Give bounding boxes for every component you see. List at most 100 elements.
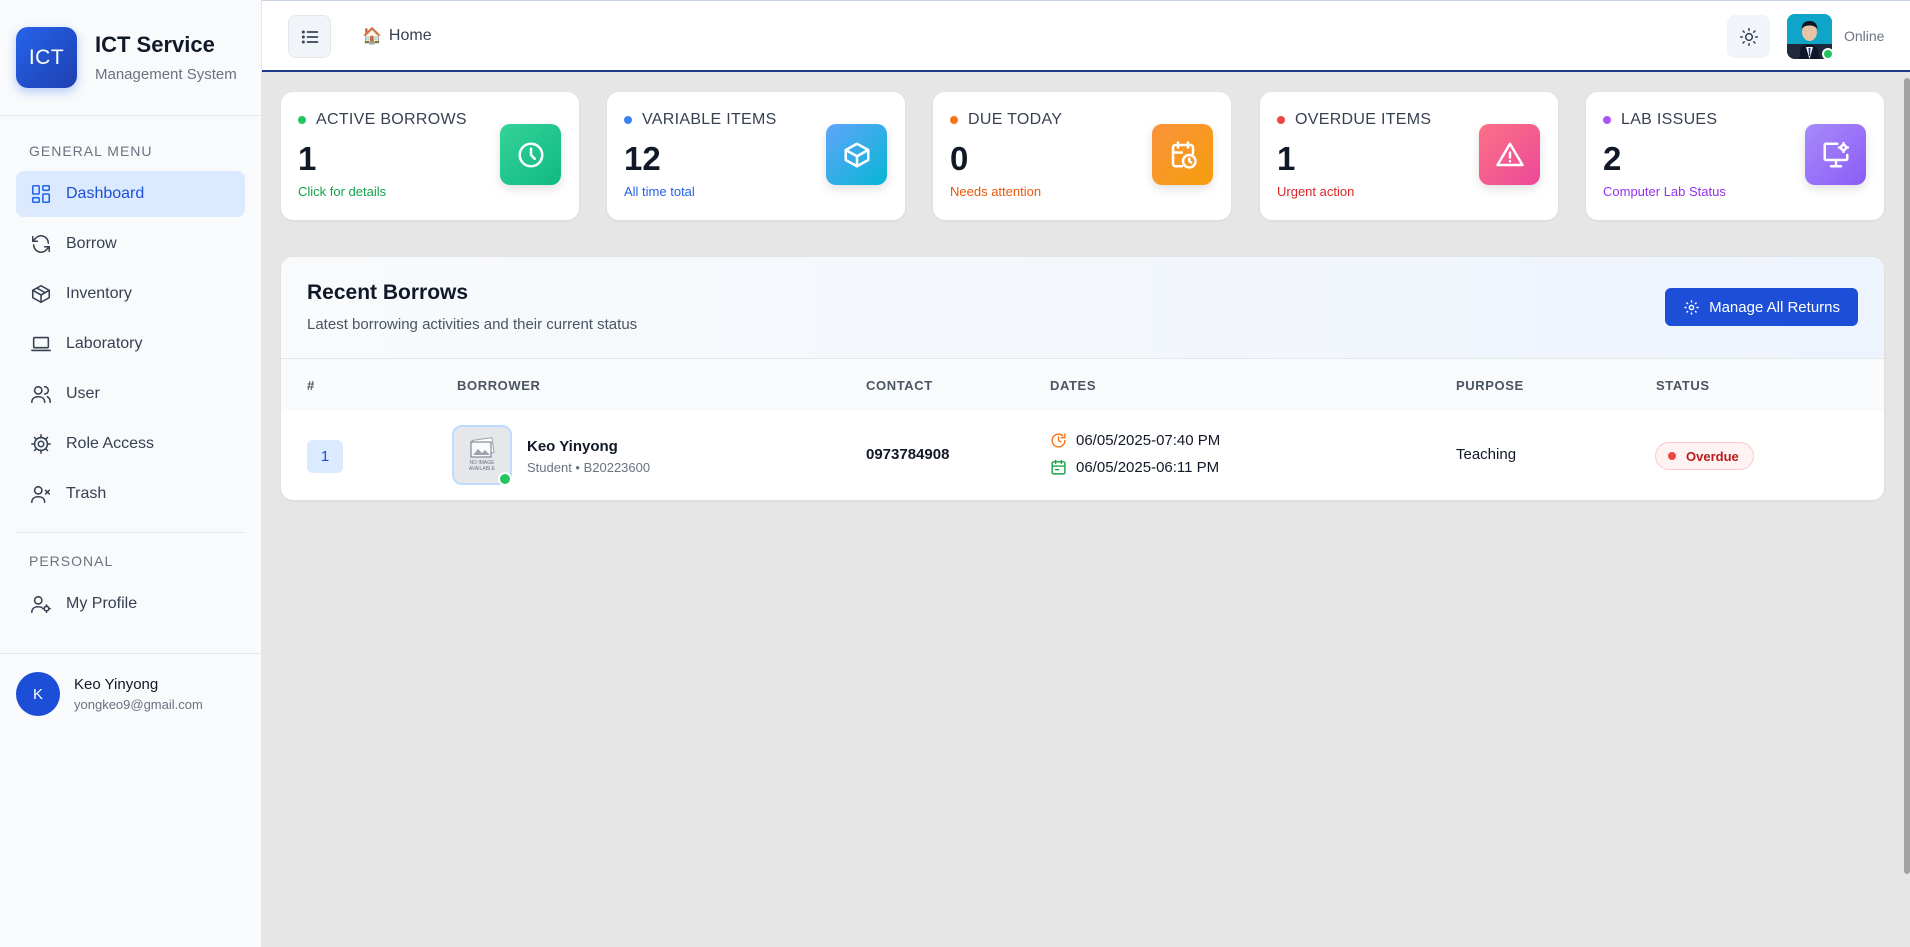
sidebar-item-laboratory[interactable]: Laboratory xyxy=(16,321,245,367)
status-dot xyxy=(624,116,632,124)
stat-note: Needs attention xyxy=(950,184,1042,199)
breadcrumb-home[interactable]: Home xyxy=(389,27,432,45)
gear-icon xyxy=(1684,299,1699,315)
top-bar: 🏠 Home Online xyxy=(262,0,1910,72)
sidebar-item-label: User xyxy=(66,385,100,402)
user-x-icon xyxy=(31,485,51,504)
user-name: Keo Yinyong xyxy=(74,676,159,693)
sidebar-item-borrow[interactable]: Borrow xyxy=(16,221,245,267)
column-header-borrower: BORROWER xyxy=(457,378,541,393)
table-row[interactable]: 1 NO IMAGE AVAILABLE Keo Yinyong Student… xyxy=(281,411,1884,499)
home-icon: 🏠 xyxy=(362,28,382,45)
box-icon xyxy=(31,284,51,304)
photo-text-line2: AVAILABLE xyxy=(469,466,496,472)
borrower-online-indicator xyxy=(498,472,512,486)
clock-icon xyxy=(500,124,561,185)
borrow-purpose: Teaching xyxy=(1456,446,1517,463)
brand-logo[interactable]: ICT xyxy=(16,27,77,88)
menu-toggle-button[interactable] xyxy=(288,15,331,58)
stat-card-overdue-items[interactable]: OVERDUE ITEMS 1 Urgent action xyxy=(1260,92,1558,220)
sun-icon xyxy=(1739,27,1758,46)
stat-card-active-borrows[interactable]: ACTIVE BORROWS 1 Click for details xyxy=(281,92,579,220)
cube-icon xyxy=(826,124,887,185)
sidebar-item-dashboard[interactable]: Dashboard xyxy=(16,171,245,217)
online-indicator xyxy=(1822,48,1834,60)
scrollbar[interactable] xyxy=(1904,78,1910,874)
sidebar-item-label: Borrow xyxy=(66,235,117,252)
recent-borrows-panel: Recent Borrows Latest borrowing activiti… xyxy=(281,257,1884,500)
status-text: Overdue xyxy=(1686,448,1739,464)
sidebar-item-my-profile[interactable]: My Profile xyxy=(16,581,245,627)
sidebar-item-inventory[interactable]: Inventory xyxy=(16,271,245,317)
return-date: 06/05/2025-06:11 PM xyxy=(1050,459,1219,476)
menu-heading-general: GENERAL MENU xyxy=(29,143,153,159)
sidebar-user-card[interactable]: K Keo Yinyong yongkeo9@gmail.com xyxy=(0,654,261,734)
stat-label: OVERDUE ITEMS xyxy=(1295,111,1432,128)
personal-menu: My Profile xyxy=(0,581,261,627)
table-header: # BORROWER CONTACT DATES PURPOSE STATUS xyxy=(281,359,1884,411)
column-header-contact: CONTACT xyxy=(866,378,933,393)
stat-card-due-today[interactable]: DUE TODAY 0 Needs attention xyxy=(933,92,1231,220)
status-dot xyxy=(950,116,958,124)
calendar-clock-icon xyxy=(1152,124,1213,185)
sidebar-item-label: Inventory xyxy=(66,285,132,302)
status-dot xyxy=(1603,116,1611,124)
user-email: yongkeo9@gmail.com xyxy=(74,697,203,712)
sidebar-item-user[interactable]: User xyxy=(16,371,245,417)
column-header-dates: DATES xyxy=(1050,378,1097,393)
laptop-icon xyxy=(31,336,51,352)
sidebar-item-label: Dashboard xyxy=(66,185,145,202)
borrower-contact: 0973784908 xyxy=(866,446,950,463)
borrower-name: Keo Yinyong xyxy=(527,438,618,455)
stat-label: VARIABLE ITEMS xyxy=(642,111,777,128)
stat-label: DUE TODAY xyxy=(968,111,1063,128)
stat-value: 1 xyxy=(1277,140,1296,177)
gear-icon xyxy=(31,434,51,454)
avatar: K xyxy=(16,672,60,716)
menu-heading-personal: PERSONAL xyxy=(29,553,114,569)
stat-value: 1 xyxy=(298,140,317,177)
stat-label: ACTIVE BORROWS xyxy=(316,111,467,128)
sidebar: ICT ICT Service Management System GENERA… xyxy=(0,0,262,947)
brand: ICT ICT Service Management System xyxy=(0,0,261,116)
no-image-placeholder-icon: NO IMAGE AVAILABLE xyxy=(460,433,504,477)
borrower-meta: Student • B20223600 xyxy=(527,460,651,475)
stat-note: Computer Lab Status xyxy=(1603,184,1726,199)
stat-note: Click for details xyxy=(298,184,387,199)
column-header-purpose: PURPOSE xyxy=(1456,378,1524,393)
column-header-status: STATUS xyxy=(1656,378,1710,393)
stat-value: 2 xyxy=(1603,140,1622,177)
dashboard-icon xyxy=(31,184,51,204)
stat-label: LAB ISSUES xyxy=(1621,111,1718,128)
general-menu: Dashboard Borrow Inventory Laboratory Us… xyxy=(0,171,261,517)
sidebar-item-label: Trash xyxy=(66,485,107,502)
clock-arrow-icon xyxy=(1051,433,1066,448)
theme-toggle-button[interactable] xyxy=(1727,15,1770,58)
borrow-date-text: 06/05/2025-07:40 PM xyxy=(1076,432,1221,449)
return-date-text: 06/05/2025-06:11 PM xyxy=(1076,459,1220,476)
panel-title: Recent Borrows xyxy=(307,281,469,304)
sidebar-item-trash[interactable]: Trash xyxy=(16,471,245,517)
sidebar-item-label: Role Access xyxy=(66,435,155,452)
online-status: Online xyxy=(1844,28,1885,44)
status-dot xyxy=(1277,116,1285,124)
row-index-badge: 1 xyxy=(307,440,343,473)
stat-card-variable-items[interactable]: VARIABLE ITEMS 12 All time total xyxy=(607,92,905,220)
users-icon xyxy=(31,385,51,404)
user-gear-icon xyxy=(31,595,51,614)
brand-title: ICT Service xyxy=(95,32,215,57)
refresh-icon xyxy=(31,235,51,253)
breadcrumb[interactable]: 🏠 Home xyxy=(362,26,432,46)
brand-subtitle: Management System xyxy=(95,66,237,83)
sidebar-item-label: My Profile xyxy=(66,595,138,612)
sidebar-item-label: Laboratory xyxy=(66,335,143,352)
stat-card-lab-issues[interactable]: LAB ISSUES 2 Computer Lab Status xyxy=(1586,92,1884,220)
sidebar-item-role-access[interactable]: Role Access xyxy=(16,421,245,467)
panel-subtitle: Latest borrowing activities and their cu… xyxy=(307,316,638,333)
stat-value: 0 xyxy=(950,140,969,177)
manage-all-returns-button[interactable]: Manage All Returns xyxy=(1665,288,1858,326)
status-dot xyxy=(298,116,306,124)
list-icon xyxy=(301,29,318,44)
status-badge: Overdue xyxy=(1655,442,1754,470)
borrow-date: 06/05/2025-07:40 PM xyxy=(1050,432,1220,449)
